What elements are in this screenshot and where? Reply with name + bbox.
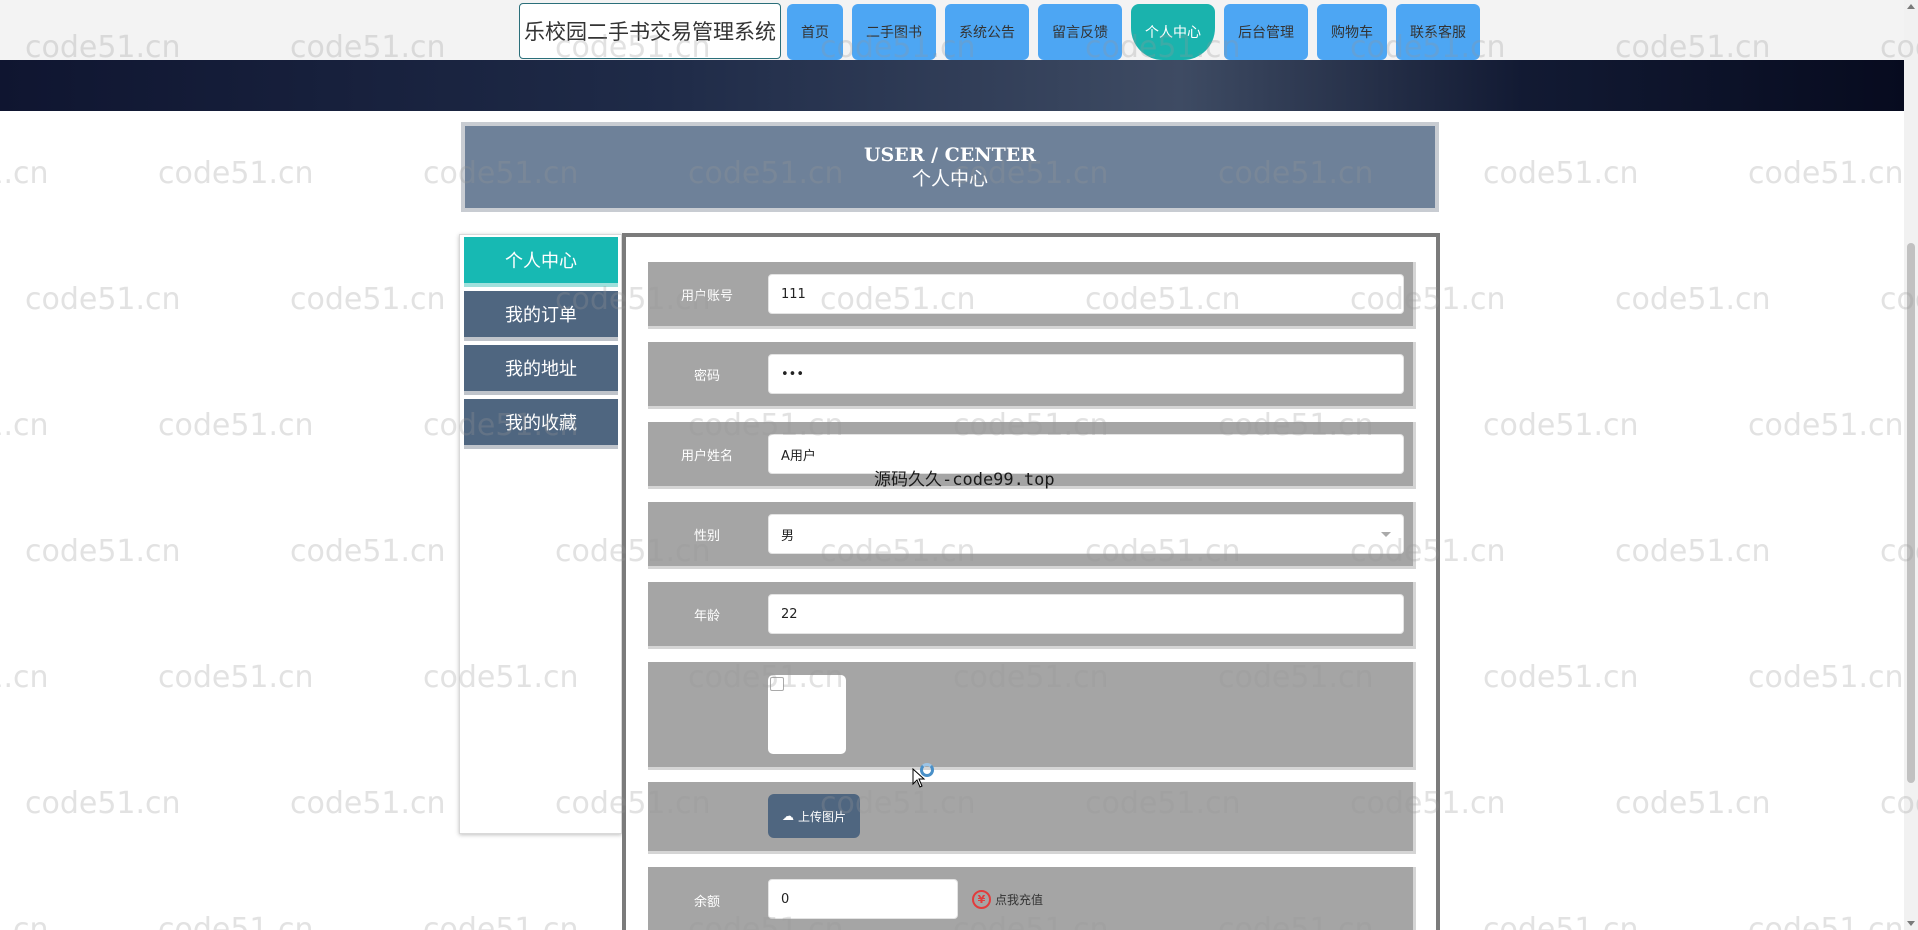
nav-item-support[interactable]: 联系客服: [1396, 4, 1480, 60]
watermark-text: code51.cn: [0, 408, 49, 443]
broken-image-icon: [770, 677, 784, 691]
form-row-gender: 性别 男: [648, 502, 1416, 569]
nav-item-feedback[interactable]: 留言反馈: [1038, 4, 1122, 60]
sidebar-item-orders[interactable]: 我的订单: [464, 291, 618, 341]
realname-input[interactable]: A用户: [768, 434, 1404, 474]
form-row-username: 用户账号 111: [648, 262, 1416, 329]
watermark-text: code51.cn: [0, 660, 49, 695]
age-input[interactable]: 22: [768, 594, 1404, 634]
site-title[interactable]: 乐校园二手书交易管理系统: [519, 3, 781, 59]
gender-select[interactable]: 男: [768, 514, 1404, 554]
recharge-link[interactable]: ¥ 点我充值: [972, 890, 1043, 909]
watermark-text: code51.cn: [0, 912, 49, 930]
scroll-thumb[interactable]: [1907, 243, 1915, 783]
watermark-text: code51.cn: [158, 156, 314, 191]
age-label: 年龄: [693, 608, 720, 624]
watermark-text: code51.cn: [158, 912, 314, 930]
cloud-upload-icon: ☁: [781, 809, 794, 823]
watermark-text: code51.cn: [1483, 408, 1639, 443]
avatar-image: [768, 675, 846, 754]
watermark-text: code51.cn: [25, 282, 181, 317]
watermark-text: code51.cn: [0, 156, 49, 191]
nav-item-cart[interactable]: 购物车: [1317, 4, 1387, 60]
watermark-text: code51.cn: [1748, 912, 1904, 930]
watermark-text: code51.cn: [290, 786, 446, 821]
watermark-text: code51.cn: [158, 408, 314, 443]
watermark-text: code51.cn: [1615, 786, 1771, 821]
watermark-text: code51.cn: [423, 912, 579, 930]
watermark-text: code51.cn: [1483, 156, 1639, 191]
form-row-upload: ☁ 上传图片: [648, 782, 1416, 854]
form-row-age: 年龄 22: [648, 582, 1416, 649]
nav-item-books[interactable]: 二手图书: [852, 4, 936, 60]
top-navigation-bar: 乐校园二手书交易管理系统 首页 二手图书 系统公告 留言反馈 个人中心 后台管理…: [0, 0, 1904, 60]
upload-button-label: 上传图片: [797, 809, 846, 824]
scroll-up-icon[interactable]: [1907, 4, 1915, 9]
watermark-text: code51.cn: [290, 534, 446, 569]
user-sidebar: 个人中心 我的订单 我的地址 我的收藏: [459, 234, 622, 834]
form-row-password: 密码 •••: [648, 342, 1416, 409]
watermark-text: code51.cn: [1748, 156, 1904, 191]
username-input[interactable]: 111: [768, 274, 1404, 314]
watermark-text: code51.cn: [1748, 660, 1904, 695]
balance-input[interactable]: 0: [768, 879, 958, 919]
scroll-down-icon[interactable]: [1907, 921, 1915, 926]
page-header-cn: 个人中心: [911, 168, 988, 190]
recharge-label: 点我充值: [995, 893, 1044, 907]
watermark-text: code51.cn: [25, 534, 181, 569]
source-watermark-text: 源码久久-code99.top: [874, 470, 1055, 490]
password-input[interactable]: •••: [768, 354, 1404, 394]
realname-label: 用户姓名: [680, 448, 733, 464]
page-header-en: USER / CENTER: [863, 144, 1037, 166]
gender-label: 性别: [693, 528, 720, 544]
form-row-avatar: [648, 662, 1416, 770]
form-row-balance: 余额 0 ¥ 点我充值: [648, 867, 1416, 930]
password-label: 密码: [693, 368, 720, 384]
nav-item-notices[interactable]: 系统公告: [945, 4, 1029, 60]
sidebar-item-address[interactable]: 我的地址: [464, 345, 618, 395]
banner-image: [0, 60, 1904, 111]
nav-item-user-center[interactable]: 个人中心: [1131, 4, 1215, 60]
watermark-text: code51.cn: [1483, 660, 1639, 695]
user-info-form: 用户账号 111 密码 ••• 用户姓名 A用户 性别 男 年龄 22 ☁ 上传…: [622, 233, 1440, 930]
username-label: 用户账号: [680, 288, 733, 304]
watermark-text: code51.cn: [25, 786, 181, 821]
nav-item-admin[interactable]: 后台管理: [1224, 4, 1308, 60]
sidebar-item-user-center[interactable]: 个人中心: [464, 237, 618, 287]
loading-spinner-icon: [920, 763, 934, 777]
page-scrollbar[interactable]: [1904, 0, 1918, 930]
watermark-text: code51.cn: [1483, 912, 1639, 930]
balance-label: 余额: [693, 895, 720, 910]
main-nav: 首页 二手图书 系统公告 留言反馈 个人中心 后台管理 购物车 联系客服: [787, 4, 1489, 60]
nav-item-home[interactable]: 首页: [787, 4, 843, 60]
watermark-text: code51.cn: [1615, 282, 1771, 317]
watermark-text: code51.cn: [290, 282, 446, 317]
watermark-text: code51.cn: [1748, 408, 1904, 443]
page-header: USER / CENTER 个人中心: [461, 122, 1439, 212]
upload-image-button[interactable]: ☁ 上传图片: [768, 794, 860, 838]
sidebar-item-favorites[interactable]: 我的收藏: [464, 399, 618, 449]
watermark-text: code51.cn: [158, 660, 314, 695]
watermark-text: code51.cn: [1615, 534, 1771, 569]
yen-icon: ¥: [972, 890, 991, 909]
